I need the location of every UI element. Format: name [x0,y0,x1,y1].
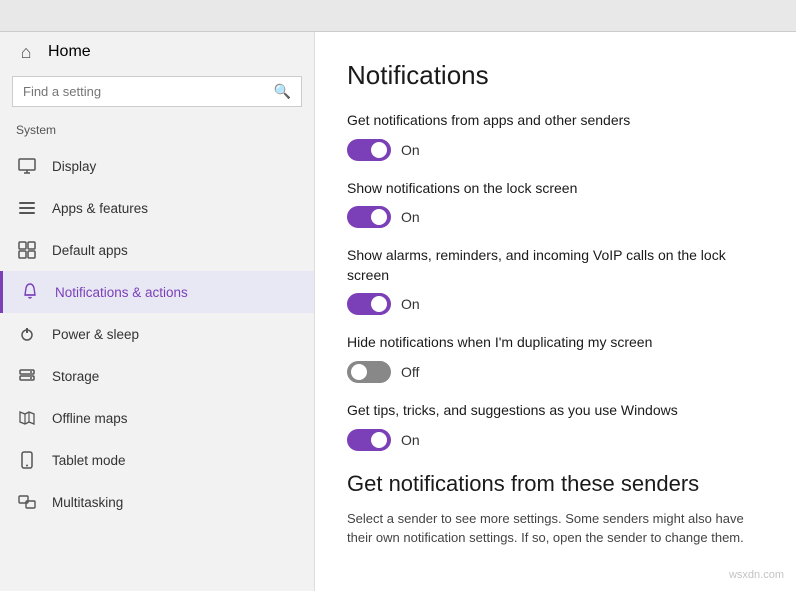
notifications-label: Notifications & actions [55,285,188,300]
home-label: Home [48,43,91,61]
toggle-label-notif-from-apps: On [401,142,420,158]
toggle-notif-from-apps[interactable] [347,139,391,161]
power-label: Power & sleep [52,327,139,342]
toggle-knob [371,296,387,312]
top-bar [0,0,796,32]
toggle-notif-hide-duplicating[interactable] [347,361,391,383]
setting-label-notif-tips: Get tips, tricks, and suggestions as you… [347,401,764,421]
toggle-row-notif-from-apps: On [347,139,764,161]
toggle-notif-lock-screen[interactable] [347,206,391,228]
storage-label: Storage [52,369,99,384]
multitasking-label: Multitasking [52,495,123,510]
toggle-label-notif-tips: On [401,432,420,448]
setting-notif-lock-screen: Show notifications on the lock screen On [347,179,764,229]
offline-maps-label: Offline maps [52,411,128,426]
default-apps-label: Default apps [52,243,128,258]
search-input[interactable] [23,84,266,99]
toggle-notif-alarms[interactable] [347,293,391,315]
sidebar-item-tablet-mode[interactable]: Tablet mode [0,439,314,481]
storage-icon [16,365,38,387]
home-icon: ⌂ [16,42,36,62]
toggle-notif-tips[interactable] [347,429,391,451]
setting-label-notif-lock-screen: Show notifications on the lock screen [347,179,764,199]
multitasking-icon [16,491,38,513]
sidebar-item-notifications[interactable]: Notifications & actions [0,271,314,313]
toggle-knob [351,364,367,380]
power-icon [16,323,38,345]
nav-items: Display Apps & features [0,145,314,523]
toggle-row-notif-lock-screen: On [347,206,764,228]
sidebar-item-display[interactable]: Display [0,145,314,187]
apps-label: Apps & features [52,201,148,216]
display-label: Display [52,159,96,174]
home-nav-item[interactable]: ⌂ Home [0,32,314,72]
default-apps-icon [16,239,38,261]
search-icon[interactable]: 🔍 [274,83,291,100]
setting-label-notif-alarms: Show alarms, reminders, and incoming VoI… [347,246,764,285]
senders-description: Select a sender to see more settings. So… [347,509,764,548]
setting-notif-alarms: Show alarms, reminders, and incoming VoI… [347,246,764,315]
sidebar-item-multitasking[interactable]: Multitasking [0,481,314,523]
tablet-mode-label: Tablet mode [52,453,126,468]
content-area: Notifications Get notifications from app… [315,32,796,591]
toggle-row-notif-tips: On [347,429,764,451]
offline-maps-icon [16,407,38,429]
toggle-label-notif-hide-duplicating: Off [401,364,419,380]
setting-notif-tips: Get tips, tricks, and suggestions as you… [347,401,764,451]
notifications-icon [19,281,41,303]
setting-notif-hide-duplicating: Hide notifications when I'm duplicating … [347,333,764,383]
sidebar-item-offline-maps[interactable]: Offline maps [0,397,314,439]
toggle-knob [371,142,387,158]
setting-label-notif-hide-duplicating: Hide notifications when I'm duplicating … [347,333,764,353]
search-box: 🔍 [12,76,302,107]
senders-title: Get notifications from these senders [347,471,764,497]
sidebar-item-default-apps[interactable]: Default apps [0,229,314,271]
sidebar-item-power[interactable]: Power & sleep [0,313,314,355]
toggle-label-notif-alarms: On [401,296,420,312]
toggle-label-notif-lock-screen: On [401,209,420,225]
toggle-knob [371,432,387,448]
toggle-row-notif-hide-duplicating: Off [347,361,764,383]
tablet-mode-icon [16,449,38,471]
watermark: wsxdn.com [729,569,784,581]
setting-notif-from-apps: Get notifications from apps and other se… [347,111,764,161]
setting-label-notif-from-apps: Get notifications from apps and other se… [347,111,764,131]
sidebar-item-apps[interactable]: Apps & features [0,187,314,229]
apps-icon [16,197,38,219]
toggle-knob [371,209,387,225]
main-layout: ⌂ Home 🔍 System Display [0,32,796,591]
display-icon [16,155,38,177]
sidebar-item-storage[interactable]: Storage [0,355,314,397]
system-label: System [0,119,314,145]
page-title: Notifications [347,60,764,91]
sidebar: ⌂ Home 🔍 System Display [0,32,315,591]
toggle-row-notif-alarms: On [347,293,764,315]
